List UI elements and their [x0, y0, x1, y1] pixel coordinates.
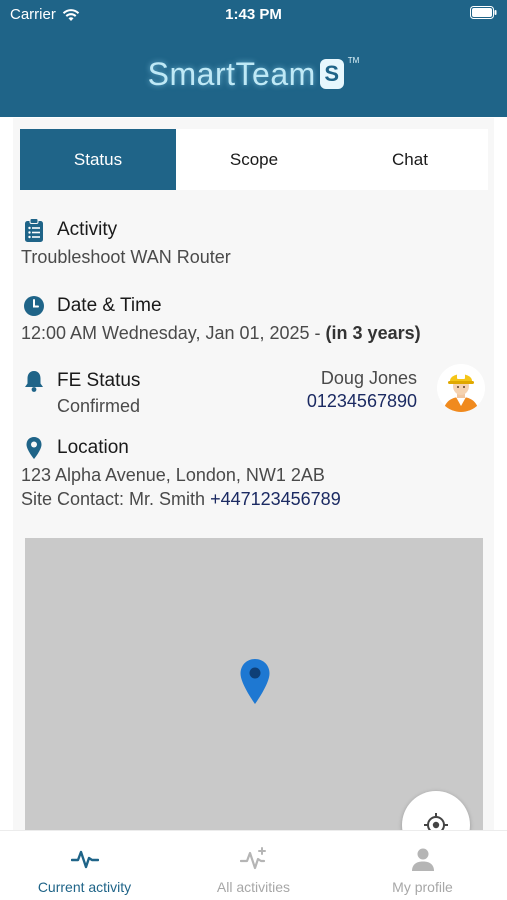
datetime-value: 12:00 AM Wednesday, Jan 01, 2025 -: [21, 323, 326, 343]
location-title: Location: [57, 437, 129, 458]
site-contact-phone-link[interactable]: +447123456789: [210, 489, 341, 509]
datetime-section: Date & Time 12:00 AM Wednesday, Jan 01, …: [21, 293, 421, 345]
activity-value: Troubleshoot WAN Router: [21, 247, 231, 267]
engineer-info: Doug Jones 01234567890: [307, 368, 417, 412]
bottom-navigation: Current activity All activities My profi…: [0, 830, 507, 900]
nav-my-profile-label: My profile: [392, 879, 453, 895]
tab-chat[interactable]: Chat: [332, 129, 488, 190]
engineer-avatar: [437, 364, 485, 412]
engineer-phone-link[interactable]: 01234567890: [307, 391, 417, 412]
app-header: Carrier 1:43 PM SmartTeam S TM: [0, 0, 507, 117]
tab-bar: Status Scope Chat: [20, 129, 488, 190]
nav-current-activity[interactable]: Current activity: [0, 831, 169, 900]
person-icon: [410, 845, 436, 873]
content-panel: Status Scope Chat Activity Troubleshoot …: [13, 118, 494, 859]
fe-status-section: FE Status Confirmed Doug Jones 012345678…: [21, 364, 491, 418]
app: Carrier 1:43 PM SmartTeam S TM Status Sc…: [0, 0, 507, 900]
clock-icon: [21, 293, 47, 319]
nav-my-profile[interactable]: My profile: [338, 831, 507, 900]
map-view[interactable]: [25, 538, 483, 830]
fe-status-value: Confirmed: [57, 396, 141, 416]
site-contact-label: Site Contact: Mr. Smith: [21, 489, 211, 509]
datetime-paren-close: ): [414, 323, 421, 343]
nav-all-activities[interactable]: All activities: [169, 831, 338, 900]
logo-text: SmartTeam: [147, 55, 316, 92]
app-logo: SmartTeam S TM: [0, 52, 507, 96]
map-marker-icon[interactable]: [239, 658, 271, 711]
activity-pulse-icon: [70, 845, 99, 873]
fe-status-title: FE Status: [57, 370, 141, 391]
site-contact-line: Site Contact: Mr. Smith +447123456789: [21, 487, 341, 511]
map-pin-icon: [21, 435, 47, 461]
location-address: 123 Alpha Avenue, London, NW1 2AB: [21, 465, 325, 485]
status-bar: Carrier 1:43 PM: [0, 0, 507, 30]
location-section: Location 123 Alpha Avenue, London, NW1 2…: [21, 435, 341, 511]
nav-current-activity-label: Current activity: [37, 879, 132, 895]
datetime-relative: in 3 years: [331, 323, 415, 343]
activity-sparkle-icon: [239, 845, 268, 873]
bell-icon: [21, 368, 47, 394]
datetime-title: Date & Time: [57, 295, 162, 316]
tab-status[interactable]: Status: [20, 129, 176, 190]
engineer-name: Doug Jones: [320, 368, 417, 388]
activity-title: Activity: [57, 219, 118, 240]
tab-scope[interactable]: Scope: [176, 129, 332, 190]
datetime-value-line: 12:00 AM Wednesday, Jan 01, 2025 - (in 3…: [21, 321, 421, 345]
clipboard-list-icon: [21, 217, 47, 243]
activity-section: Activity Troubleshoot WAN Router: [21, 217, 231, 269]
battery-icon: [470, 6, 497, 19]
logo-trademark: TM: [347, 56, 360, 65]
logo-mark: S: [319, 59, 344, 89]
nav-all-activities-label: All activities: [216, 879, 291, 895]
status-time: 1:43 PM: [225, 6, 282, 23]
